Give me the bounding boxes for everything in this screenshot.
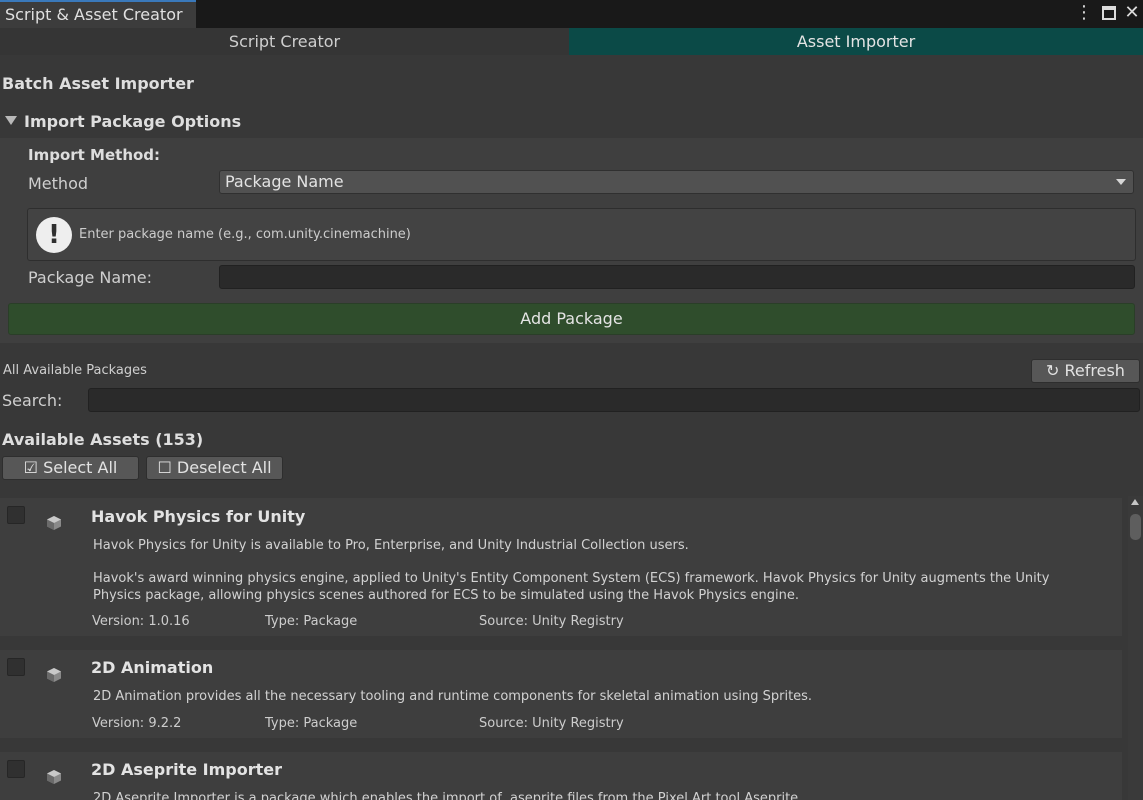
refresh-button[interactable]: ↻ Refresh bbox=[1031, 359, 1140, 383]
package-type: Type: Package bbox=[265, 716, 358, 731]
method-dropdown[interactable]: Package Name bbox=[219, 170, 1134, 194]
package-name-input[interactable] bbox=[219, 265, 1135, 289]
item-checkbox[interactable] bbox=[7, 760, 25, 778]
import-method-heading: Import Method: bbox=[28, 146, 161, 164]
search-label: Search: bbox=[2, 391, 63, 410]
package-source: Source: Unity Registry bbox=[479, 716, 624, 731]
item-checkbox[interactable] bbox=[7, 506, 25, 524]
package-name: 2D Aseprite Importer bbox=[91, 760, 282, 779]
package-version: Version: 1.0.16 bbox=[92, 614, 190, 629]
tab-script-creator[interactable]: Script Creator bbox=[0, 28, 569, 55]
package-description: Havok Physics for Unity is available to … bbox=[93, 538, 689, 553]
package-name: 2D Animation bbox=[91, 658, 214, 677]
list-item: 2D Animation 2D Animation provides all t… bbox=[0, 650, 1122, 738]
kebab-menu-icon[interactable]: ⋮ bbox=[1074, 2, 1094, 24]
package-type: Type: Package bbox=[265, 614, 358, 629]
page-title: Batch Asset Importer bbox=[2, 74, 194, 93]
item-checkbox[interactable] bbox=[7, 658, 25, 676]
dropdown-caret-icon bbox=[1116, 179, 1126, 185]
help-box: ! Enter package name (e.g., com.unity.ci… bbox=[27, 208, 1136, 261]
mode-tabs: Script Creator Asset Importer bbox=[0, 28, 1143, 55]
import-options-foldout[interactable]: Import Package Options bbox=[24, 112, 241, 131]
package-description-detail: Havok's award winning physics engine, ap… bbox=[93, 571, 1050, 603]
package-icon bbox=[47, 516, 61, 530]
tab-asset-importer[interactable]: Asset Importer bbox=[569, 28, 1143, 55]
package-name-label: Package Name: bbox=[28, 268, 152, 287]
available-assets-title: Available Assets (153) bbox=[2, 430, 204, 449]
all-packages-label: All Available Packages bbox=[3, 363, 147, 378]
deselect-all-button[interactable]: ☐ Deselect All bbox=[146, 456, 283, 480]
scroll-up-arrow-icon[interactable] bbox=[1131, 499, 1139, 505]
search-input[interactable] bbox=[88, 388, 1140, 412]
package-description: 2D Aseprite Importer is a package which … bbox=[93, 791, 803, 800]
package-source: Source: Unity Registry bbox=[479, 614, 624, 629]
package-icon bbox=[47, 668, 61, 682]
method-label: Method bbox=[28, 174, 89, 193]
package-description: 2D Animation provides all the necessary … bbox=[93, 689, 813, 704]
close-icon[interactable]: ✕ bbox=[1122, 2, 1142, 24]
add-package-button[interactable]: Add Package bbox=[8, 303, 1135, 335]
list-scrollbar[interactable] bbox=[1128, 496, 1143, 800]
package-version: Version: 9.2.2 bbox=[92, 716, 182, 731]
scroll-thumb[interactable] bbox=[1130, 514, 1141, 540]
foldout-arrow-icon[interactable] bbox=[5, 116, 17, 125]
list-item: 2D Aseprite Importer 2D Aseprite Importe… bbox=[0, 752, 1122, 800]
window-tab[interactable]: Script & Asset Creator bbox=[0, 0, 196, 28]
help-message: Enter package name (e.g., com.unity.cine… bbox=[79, 227, 411, 242]
package-list: Havok Physics for Unity Havok Physics fo… bbox=[0, 496, 1128, 800]
package-name: Havok Physics for Unity bbox=[91, 507, 306, 526]
list-item: Havok Physics for Unity Havok Physics fo… bbox=[0, 498, 1122, 636]
warning-icon: ! bbox=[36, 217, 72, 253]
select-all-button[interactable]: ☑ Select All bbox=[2, 456, 139, 480]
package-icon bbox=[47, 770, 61, 784]
maximize-icon[interactable] bbox=[1099, 2, 1119, 24]
method-dropdown-value: Package Name bbox=[225, 172, 344, 191]
window-titlebar: Script & Asset Creator ⋮ ✕ bbox=[0, 0, 1143, 28]
